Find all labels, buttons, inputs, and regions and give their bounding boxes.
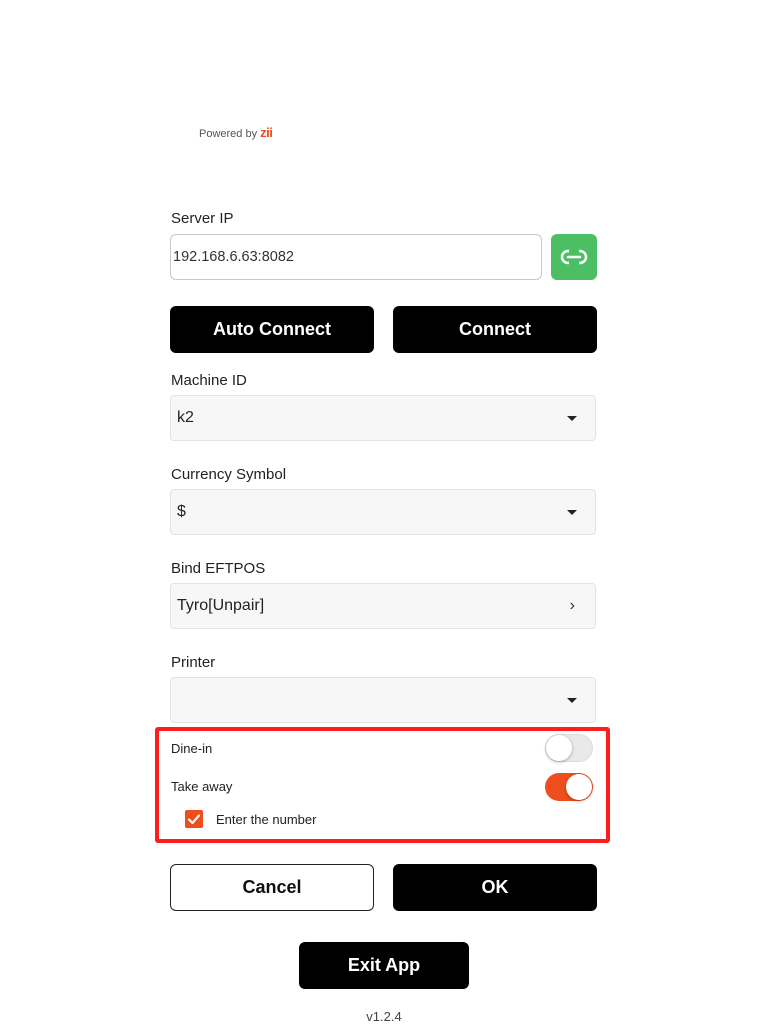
enter-number-checkbox[interactable] (185, 810, 203, 828)
caret-down-icon (567, 509, 577, 515)
machine-id-value: k2 (177, 409, 194, 426)
bind-eftpos-label: Bind EFTPOS (171, 560, 266, 577)
link-icon (560, 249, 588, 265)
connect-button[interactable]: Connect (393, 306, 597, 353)
caret-down-icon (567, 697, 577, 703)
machine-id-select[interactable]: k2 (170, 395, 596, 441)
bind-eftpos-value: Tyro[Unpair] (177, 597, 265, 614)
currency-symbol-label: Currency Symbol (171, 466, 287, 483)
dine-in-label: Dine-in (171, 741, 213, 756)
toggle-knob (566, 774, 592, 800)
printer-select[interactable] (170, 677, 596, 723)
check-icon (187, 814, 201, 825)
server-ip-label: Server IP (171, 210, 234, 227)
chevron-right-icon: › (569, 597, 575, 614)
version-label: v1.2.4 (366, 1009, 402, 1024)
printer-label: Printer (171, 654, 216, 671)
powered-by-text: Powered by (199, 128, 258, 140)
link-button[interactable] (551, 234, 597, 280)
enter-number-label: Enter the number (216, 812, 317, 827)
auto-connect-button[interactable]: Auto Connect (170, 306, 374, 353)
toggle-knob (546, 735, 572, 761)
powered-by: Powered by zii (199, 125, 273, 140)
currency-symbol-value: $ (177, 503, 186, 520)
cancel-button[interactable]: Cancel (170, 864, 374, 911)
server-ip-input[interactable]: 192.168.6.63:8082 (170, 234, 542, 280)
bind-eftpos-row[interactable]: Tyro[Unpair] › (170, 583, 596, 629)
ok-button[interactable]: OK (393, 864, 597, 911)
take-away-toggle[interactable] (545, 773, 593, 801)
caret-down-icon (567, 415, 577, 421)
exit-app-button[interactable]: Exit App (299, 942, 469, 989)
currency-symbol-select[interactable]: $ (170, 489, 596, 535)
machine-id-label: Machine ID (171, 372, 247, 389)
take-away-label: Take away (171, 779, 233, 794)
dine-in-toggle[interactable] (545, 734, 593, 762)
brand-logo: zii (260, 125, 273, 140)
